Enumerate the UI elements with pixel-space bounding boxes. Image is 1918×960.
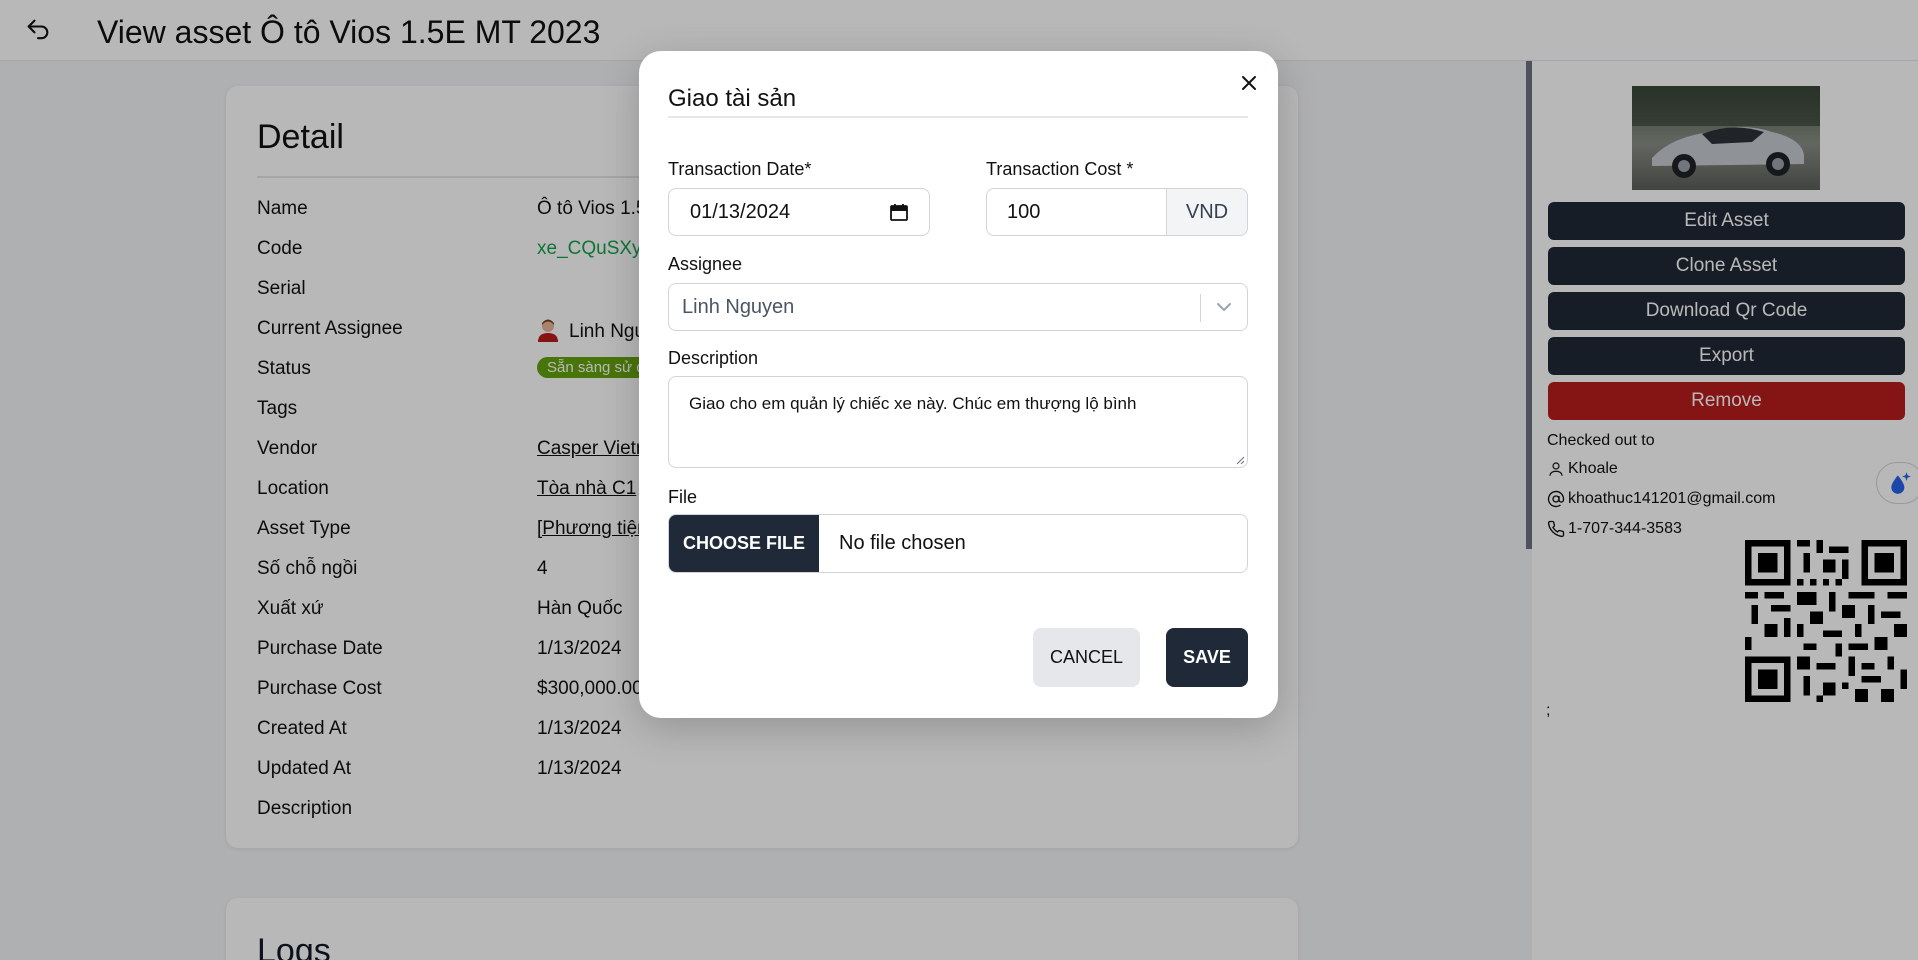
transaction-date-value: 01/13/2024 xyxy=(690,200,791,223)
save-button[interactable]: SAVE xyxy=(1166,628,1248,687)
description-textarea[interactable]: Giao cho em quản lý chiếc xe này. Chúc e… xyxy=(668,376,1248,468)
description-label: Description xyxy=(668,348,759,368)
description-value: Giao cho em quản lý chiếc xe này. Chúc e… xyxy=(689,394,1137,413)
cancel-button[interactable]: CANCEL xyxy=(1033,628,1140,687)
calendar-icon[interactable] xyxy=(889,202,909,222)
dialog-title: Giao tài sản xyxy=(668,85,797,112)
transaction-date-input[interactable]: 01/13/2024 xyxy=(668,188,930,236)
file-status: No file chosen xyxy=(839,532,966,554)
assign-asset-dialog: Giao tài sản Transaction Date* 01/13/202… xyxy=(639,51,1278,718)
assignee-label: Assignee xyxy=(668,254,743,274)
assignee-select[interactable]: Linh Nguyen xyxy=(668,283,1248,331)
dialog-divider xyxy=(668,116,1248,118)
file-input[interactable]: CHOOSE FILE No file chosen xyxy=(668,514,1248,573)
transaction-cost-value: 100 xyxy=(1007,200,1041,223)
transaction-date-label: Transaction Date* xyxy=(668,159,812,179)
close-icon xyxy=(1242,76,1256,90)
assignee-selected-value: Linh Nguyen xyxy=(682,295,795,318)
currency-addon: VND xyxy=(1166,188,1248,236)
choose-file-button[interactable]: CHOOSE FILE xyxy=(669,515,819,572)
resize-handle-icon[interactable] xyxy=(1235,455,1245,465)
transaction-cost-input[interactable]: 100 xyxy=(986,188,1167,236)
file-label: File xyxy=(668,487,698,507)
close-button[interactable] xyxy=(1235,69,1263,97)
chevron-down-icon[interactable] xyxy=(1215,298,1233,316)
select-separator xyxy=(1200,294,1201,322)
transaction-cost-label: Transaction Cost * xyxy=(986,159,1134,179)
